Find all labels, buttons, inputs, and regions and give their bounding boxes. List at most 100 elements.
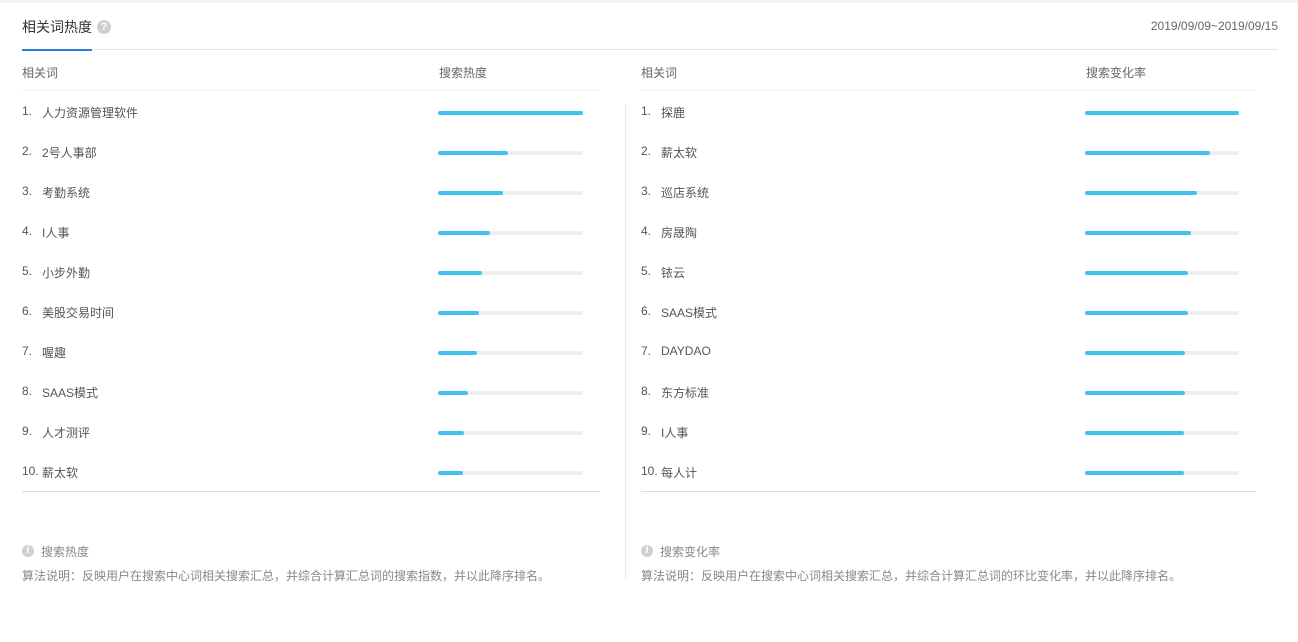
- list-item[interactable]: 7. DAYDAO: [641, 331, 1256, 371]
- progress-bar-fill: [1085, 271, 1188, 275]
- progress-bar-fill: [1085, 111, 1239, 115]
- table-header: 相关词 搜索变化率: [641, 50, 1256, 91]
- list-item[interactable]: 1. 人力资源管理软件: [22, 91, 600, 131]
- related-word-link[interactable]: 房晟陶: [661, 224, 697, 241]
- list-item[interactable]: 2. 2号人事部: [22, 131, 600, 171]
- progress-bar-track: [1085, 471, 1239, 475]
- rank-number: 10.: [641, 464, 658, 478]
- related-word-link[interactable]: 巡店系统: [661, 184, 709, 201]
- column-header-metric: 搜索变化率: [1086, 66, 1147, 80]
- progress-bar-fill: [1085, 391, 1185, 395]
- list-item[interactable]: 9. 人才测评: [22, 411, 600, 451]
- progress-bar-fill: [438, 351, 477, 355]
- rank-number: 6.: [641, 304, 652, 318]
- rank-number: 2.: [641, 144, 652, 158]
- note-text: 算法说明：反映用户在搜索中心词相关搜索汇总，并综合计算汇总词的环比变化率，并以此…: [641, 569, 1182, 583]
- column-header-word: 相关词: [641, 66, 678, 80]
- ranking-list: 1. 探鹿 2. 薪太软 3. 巡店系统 4. 房晟陶 5. 铱云 6. SAAS模式 7. DAYDAO…: [641, 91, 1256, 491]
- progress-bar-track: [1085, 311, 1239, 315]
- ranking-list: 1. 人力资源管理软件 2. 2号人事部 3. 考勤系统 4. I人事 5. 小步外勤 6. 美股交易…: [22, 91, 600, 491]
- related-word-link[interactable]: 每人计: [661, 464, 697, 481]
- rank-number: 9.: [22, 424, 33, 438]
- search-change-rate-note: i 搜索变化率 算法说明：反映用户在搜索中心词相关搜索汇总，并综合计算汇总词的环…: [641, 544, 1181, 584]
- section-header: 相关词热度 ? 2019/09/09~2019/09/15: [22, 3, 1278, 51]
- related-word-link[interactable]: SAAS模式: [661, 304, 717, 321]
- related-word-link[interactable]: 人才测评: [42, 424, 90, 441]
- list-item[interactable]: 10. 薪太软: [22, 451, 600, 491]
- table-header: 相关词 搜索热度: [22, 50, 600, 91]
- progress-bar-track: [438, 151, 583, 155]
- progress-bar-fill: [1085, 471, 1184, 475]
- progress-bar-fill: [1085, 231, 1191, 235]
- related-word-link[interactable]: 2号人事部: [42, 144, 97, 161]
- list-item[interactable]: 7. 喔趣: [22, 331, 600, 371]
- related-word-link[interactable]: 薪太软: [42, 464, 78, 481]
- progress-bar-fill: [438, 231, 490, 235]
- progress-bar-track: [438, 471, 583, 475]
- list-item[interactable]: 3. 考勤系统: [22, 171, 600, 211]
- list-item[interactable]: 8. SAAS模式: [22, 371, 600, 411]
- rank-number: 10.: [22, 464, 39, 478]
- progress-bar-track: [1085, 431, 1239, 435]
- list-item[interactable]: 1. 探鹿: [641, 91, 1256, 131]
- date-range: 2019/09/09~2019/09/15: [1150, 19, 1278, 33]
- progress-bar-fill: [438, 471, 463, 475]
- related-word-link[interactable]: DAYDAO: [661, 344, 711, 358]
- list-item[interactable]: 4. I人事: [22, 211, 600, 251]
- list-item[interactable]: 9. I人事: [641, 411, 1256, 451]
- related-word-link[interactable]: 探鹿: [661, 104, 685, 121]
- progress-bar-fill: [1085, 351, 1185, 355]
- column-header-metric: 搜索热度: [439, 66, 488, 80]
- related-word-link[interactable]: 小步外勤: [42, 264, 90, 281]
- list-item[interactable]: 3. 巡店系统: [641, 171, 1256, 211]
- tab-related-word-heat[interactable]: 相关词热度 ?: [22, 3, 111, 51]
- progress-bar-fill: [438, 271, 482, 275]
- progress-bar-fill: [438, 391, 468, 395]
- list-item[interactable]: 10. 每人计: [641, 451, 1256, 491]
- progress-bar-track: [1085, 191, 1239, 195]
- list-item[interactable]: 2. 薪太软: [641, 131, 1256, 171]
- rank-number: 4.: [22, 224, 33, 238]
- related-word-link[interactable]: 考勤系统: [42, 184, 90, 201]
- progress-bar-track: [438, 431, 583, 435]
- related-word-link[interactable]: I人事: [661, 424, 688, 441]
- related-word-link[interactable]: 喔趣: [42, 344, 66, 361]
- list-item[interactable]: 8. 东方标准: [641, 371, 1256, 411]
- column-header-word: 相关词: [22, 66, 59, 80]
- list-item[interactable]: 4. 房晟陶: [641, 211, 1256, 251]
- progress-bar-track: [1085, 271, 1239, 275]
- related-word-link[interactable]: 薪太软: [661, 144, 697, 161]
- info-icon: i: [641, 545, 653, 557]
- progress-bar-fill: [1085, 191, 1197, 195]
- list-item[interactable]: 6. SAAS模式: [641, 291, 1256, 331]
- question-circle-icon[interactable]: ?: [97, 19, 111, 34]
- progress-bar-track: [438, 311, 583, 315]
- panel-divider: [641, 491, 1256, 492]
- progress-bar-track: [1085, 151, 1239, 155]
- progress-bar-track: [438, 111, 583, 115]
- progress-bar-track: [438, 391, 583, 395]
- progress-bar-fill: [438, 111, 583, 115]
- list-item[interactable]: 5. 铱云: [641, 251, 1256, 291]
- related-word-link[interactable]: 美股交易时间: [42, 304, 114, 321]
- rank-number: 1.: [641, 104, 652, 118]
- related-word-link[interactable]: 人力资源管理软件: [42, 104, 138, 121]
- note-text: 算法说明：反映用户在搜索中心词相关搜索汇总，并综合计算汇总词的搜索指数，并以此降…: [22, 569, 551, 583]
- rank-number: 4.: [641, 224, 652, 238]
- related-word-link[interactable]: 东方标准: [661, 384, 709, 401]
- progress-bar-fill: [438, 151, 508, 155]
- rank-number: 5.: [22, 264, 33, 278]
- rank-number: 5.: [641, 264, 652, 278]
- related-word-link[interactable]: I人事: [42, 224, 69, 241]
- rank-number: 1.: [22, 104, 33, 118]
- progress-bar-fill: [1085, 311, 1188, 315]
- progress-bar-track: [438, 231, 583, 235]
- list-item[interactable]: 6. 美股交易时间: [22, 291, 600, 331]
- related-word-link[interactable]: 铱云: [661, 264, 685, 281]
- vertical-divider: [625, 104, 626, 578]
- list-item[interactable]: 5. 小步外勤: [22, 251, 600, 291]
- progress-bar-fill: [438, 311, 479, 315]
- progress-bar-fill: [1085, 151, 1210, 155]
- panel-divider: [22, 491, 600, 492]
- related-word-link[interactable]: SAAS模式: [42, 384, 98, 401]
